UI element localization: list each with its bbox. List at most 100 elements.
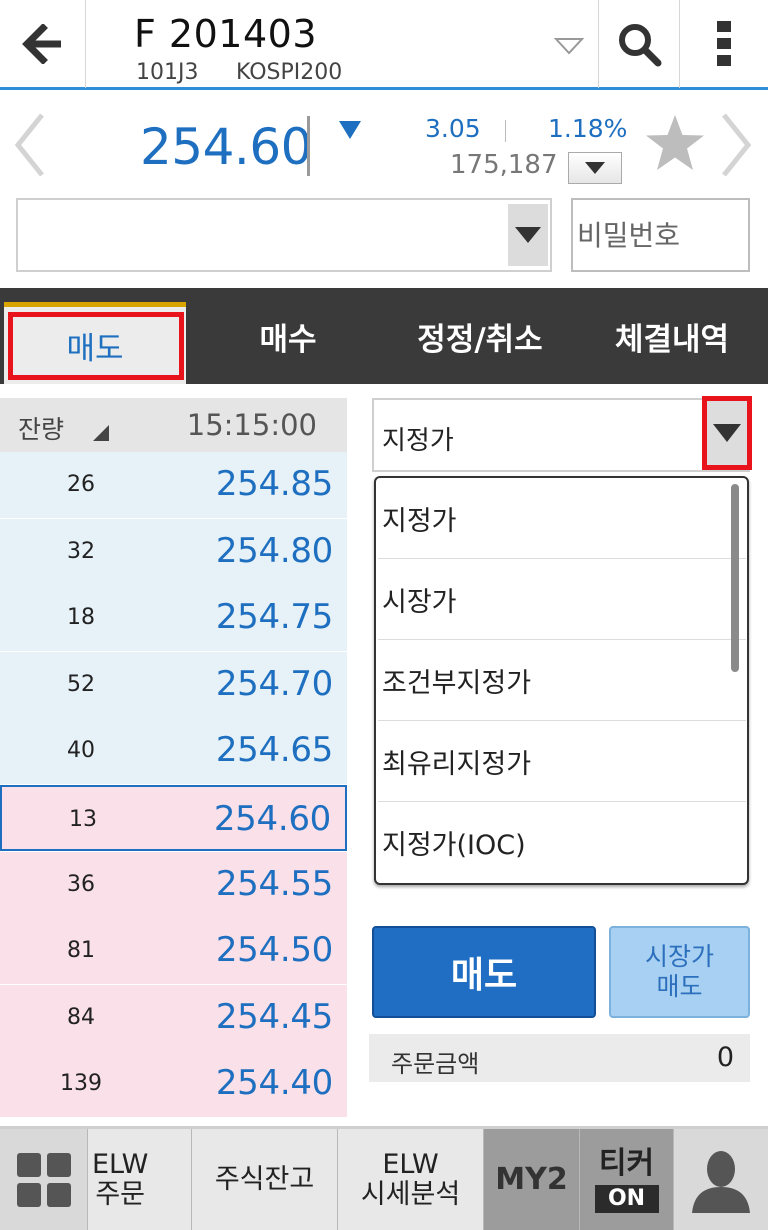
- order-tabs: 매도 매수 정정/취소 체결내역: [0, 288, 768, 384]
- orderbook-qty: 36: [67, 872, 95, 897]
- dropdown-scrollbar[interactable]: [731, 484, 739, 672]
- orderbook-price: 254.45: [215, 997, 333, 1037]
- stock-balance-button[interactable]: 주식잔고: [192, 1129, 338, 1230]
- orderbook-price: 254.85: [215, 464, 333, 504]
- stock-balance-label: 주식잔고: [214, 1163, 315, 1195]
- orderbook-price: 254.40: [215, 1063, 333, 1103]
- order-amount-value: 0: [716, 1042, 734, 1073]
- orderbook-qty: 81: [67, 938, 95, 963]
- order-type-option-conditional-limit[interactable]: 조건부지정가: [378, 640, 746, 721]
- instrument-selector[interactable]: F 201403 101J3 KOSPI200: [86, 0, 598, 88]
- orderbook-price: 254.50: [215, 930, 333, 970]
- orderbook-row[interactable]: 13 254.60: [0, 785, 347, 851]
- bottom-bar: ELW 주문 주식잔고 ELW 시세분석 MY2 티커 ON: [0, 1126, 768, 1230]
- orderbook-time: 15:15:00: [186, 408, 317, 442]
- market-sell-button[interactable]: 시장가 매도: [609, 926, 750, 1018]
- back-arrow-icon: [21, 24, 61, 64]
- order-type-select[interactable]: 지정가: [372, 398, 750, 472]
- order-type-option-limit-ioc[interactable]: 지정가(IOC): [378, 802, 746, 883]
- instrument-code: 101J3: [136, 60, 199, 85]
- search-icon: [619, 24, 662, 67]
- market-sell-label-2: 매도: [656, 972, 703, 1001]
- my2-label: MY2: [495, 1161, 568, 1197]
- account-select[interactable]: [16, 198, 552, 272]
- orderbook-header: 잔량 15:15:00: [0, 398, 347, 452]
- change-divider: [505, 120, 506, 142]
- orderbook-row[interactable]: 84 254.45: [0, 985, 347, 1051]
- my2-button[interactable]: MY2: [484, 1129, 580, 1230]
- price-change: 3.05: [425, 114, 481, 143]
- orderbook-price: 254.70: [215, 664, 333, 704]
- ticker-label: 티커: [598, 1145, 655, 1181]
- triangle-down-icon: [515, 227, 541, 243]
- orderbook-row[interactable]: 81 254.50: [0, 918, 347, 984]
- chevron-down-icon: [554, 38, 584, 55]
- order-type-option-best-limit[interactable]: 최유리지정가: [378, 721, 746, 802]
- orderbook-qty: 52: [67, 672, 95, 697]
- triangle-down-icon: [585, 162, 605, 174]
- orderbook-row[interactable]: 52 254.70: [0, 652, 347, 718]
- triangle-down-icon: [713, 424, 741, 442]
- price-down-icon: [339, 121, 361, 139]
- current-price: 254.60: [140, 118, 312, 176]
- password-input[interactable]: [571, 198, 750, 272]
- orderbook-row[interactable]: 32 254.80: [0, 519, 347, 585]
- sell-button[interactable]: 매도: [372, 926, 596, 1018]
- orderbook-qty: 84: [67, 1005, 95, 1030]
- order-type-option-limit[interactable]: 지정가: [378, 478, 746, 559]
- order-type-dropdown: 지정가 시장가 조건부지정가 최유리지정가 지정가(IOC): [374, 476, 749, 885]
- orderbook-qty: 13: [69, 807, 97, 832]
- account-dropdown-button[interactable]: [508, 204, 548, 266]
- market-sell-label-1: 시장가: [644, 942, 714, 971]
- instrument-title: F 201403: [134, 12, 317, 56]
- tab-buy[interactable]: 매수: [192, 288, 384, 384]
- orderbook-qty: 26: [67, 472, 95, 497]
- elw-analysis-label-1: ELW: [382, 1148, 439, 1180]
- orderbook-row[interactable]: 139 254.40: [0, 1051, 347, 1117]
- elw-order-label-2: 주문: [95, 1178, 145, 1210]
- orderbook-price: 254.55: [215, 864, 333, 904]
- orderbook-row[interactable]: 26 254.85: [0, 452, 347, 518]
- orderbook: 26 254.85 32 254.80 18 254.75 52 254.70 40 254.65…: [0, 452, 347, 1118]
- profile-button[interactable]: [674, 1129, 768, 1230]
- back-button[interactable]: [0, 0, 86, 88]
- tab-modify-cancel[interactable]: 정정/취소: [384, 288, 576, 384]
- more-vert-icon: [717, 21, 731, 66]
- app-header: F 201403 101J3 KOSPI200: [0, 0, 768, 90]
- instrument-index: KOSPI200: [236, 60, 343, 85]
- ticker-state-badge: ON: [594, 1184, 659, 1213]
- orderbook-row[interactable]: 18 254.75: [0, 585, 347, 651]
- sort-corner-icon[interactable]: [92, 424, 110, 442]
- order-type-value: 지정가: [382, 426, 454, 456]
- grid-menu-button[interactable]: [0, 1129, 88, 1230]
- user-icon: [692, 1150, 750, 1213]
- orderbook-price: 254.65: [215, 730, 333, 770]
- orderbook-qty: 32: [67, 539, 95, 564]
- volume-dropdown-button[interactable]: [568, 152, 622, 184]
- ticker-toggle[interactable]: 티커 ON: [580, 1129, 674, 1230]
- price-change-rate: 1.18%: [548, 114, 628, 143]
- order-type-option-market[interactable]: 시장가: [378, 559, 746, 640]
- tab-execution-history[interactable]: 체결내역: [576, 288, 768, 384]
- elw-analysis-button[interactable]: ELW 시세분석: [338, 1129, 484, 1230]
- price-divider: [307, 116, 310, 176]
- order-amount-row: 주문금액 0: [369, 1034, 750, 1082]
- orderbook-price: 254.80: [215, 531, 333, 571]
- elw-analysis-label-2: 시세분석: [360, 1178, 461, 1210]
- elw-order-button[interactable]: ELW 주문: [88, 1129, 192, 1230]
- chevron-right-icon[interactable]: [720, 112, 754, 178]
- order-type-dropdown-button[interactable]: [704, 398, 750, 468]
- chevron-left-icon[interactable]: [12, 112, 46, 178]
- orderbook-row[interactable]: 36 254.55: [0, 852, 347, 918]
- tab-sell[interactable]: 매도: [4, 302, 186, 384]
- trade-volume: 175,187: [450, 150, 558, 180]
- elw-order-label-1: ELW: [92, 1148, 149, 1180]
- search-button[interactable]: [598, 0, 680, 88]
- orderbook-row[interactable]: 40 254.65: [0, 718, 347, 784]
- grid-icon: [16, 1152, 71, 1207]
- star-icon[interactable]: [644, 113, 706, 173]
- orderbook-qty: 139: [60, 1071, 102, 1096]
- orderbook-price: 254.60: [213, 799, 331, 839]
- orderbook-price: 254.75: [215, 597, 333, 637]
- more-menu-button[interactable]: [680, 0, 768, 88]
